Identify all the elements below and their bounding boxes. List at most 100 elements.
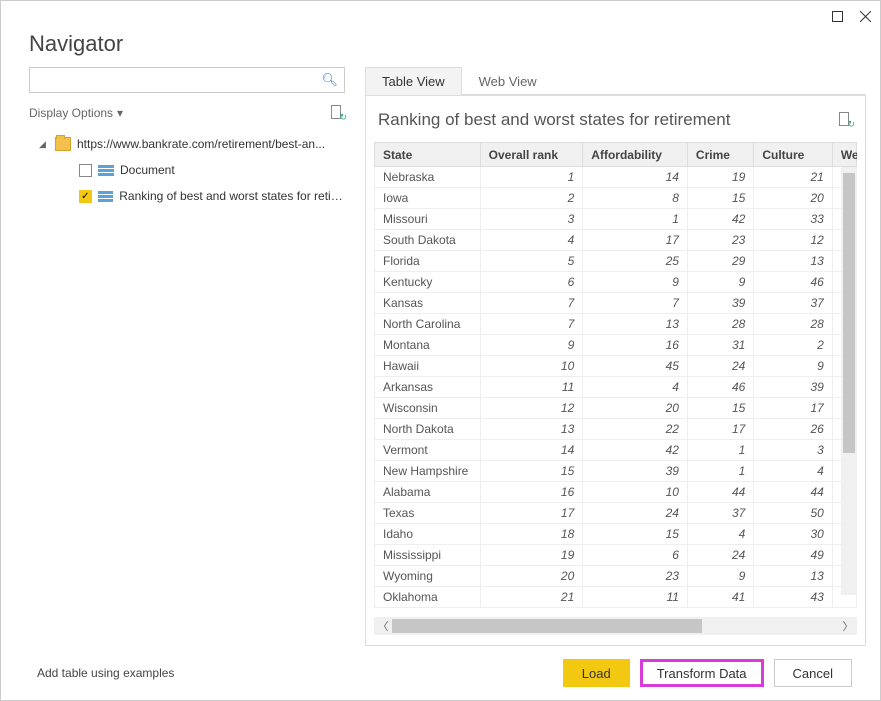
table-row[interactable]: North Carolina7132828	[375, 314, 857, 335]
cell-affordability: 11	[583, 587, 688, 608]
display-options-dropdown[interactable]: Display Options ▾	[29, 106, 123, 120]
maximize-icon[interactable]	[830, 9, 844, 23]
cell-state: Hawaii	[375, 356, 481, 377]
collapse-icon: ◢	[39, 139, 49, 150]
cell-rank: 21	[480, 587, 583, 608]
cell-rank: 9	[480, 335, 583, 356]
table-row[interactable]: Montana916312	[375, 335, 857, 356]
cell-crime: 1	[687, 461, 753, 482]
checkbox-unchecked[interactable]	[79, 164, 92, 177]
cell-affordability: 14	[583, 167, 688, 188]
cell-state: Florida	[375, 251, 481, 272]
left-panel: 🔍︎ Display Options ▾ ◢ https://www.bankr…	[15, 67, 355, 646]
col-crime[interactable]: Crime	[687, 143, 753, 167]
data-table-wrap: State Overall rank Affordability Crime C…	[374, 142, 857, 613]
table-row[interactable]: Hawaii1045249	[375, 356, 857, 377]
cell-culture: 12	[754, 230, 832, 251]
cell-rank: 13	[480, 419, 583, 440]
table-row[interactable]: Florida5252913	[375, 251, 857, 272]
load-button[interactable]: Load	[563, 659, 630, 687]
table-row[interactable]: Wisconsin12201517	[375, 398, 857, 419]
tree-root[interactable]: ◢ https://www.bankrate.com/retirement/be…	[29, 131, 345, 157]
table-icon	[98, 191, 114, 202]
cell-state: Kansas	[375, 293, 481, 314]
cell-culture: 46	[754, 272, 832, 293]
add-table-examples-button[interactable]: Add table using examples	[29, 660, 182, 686]
cell-state: Mississippi	[375, 545, 481, 566]
cell-culture: 26	[754, 419, 832, 440]
cell-rank: 2	[480, 188, 583, 209]
cell-crime: 24	[687, 545, 753, 566]
cell-rank: 20	[480, 566, 583, 587]
footer: Add table using examples Load Transform …	[1, 646, 880, 700]
refresh-preview-icon[interactable]	[839, 112, 853, 128]
cell-crime: 19	[687, 167, 753, 188]
cell-culture: 2	[754, 335, 832, 356]
table-row[interactable]: North Dakota13221726	[375, 419, 857, 440]
search-box[interactable]: 🔍︎	[29, 67, 345, 93]
cell-state: Iowa	[375, 188, 481, 209]
horizontal-scrollbar[interactable]: 〈 〉	[374, 617, 857, 635]
tab-table-view[interactable]: Table View	[365, 67, 462, 95]
chevron-down-icon: ▾	[117, 106, 123, 120]
cell-affordability: 7	[583, 293, 688, 314]
cell-affordability: 24	[583, 503, 688, 524]
cell-rank: 5	[480, 251, 583, 272]
vertical-scrollbar[interactable]	[841, 167, 857, 595]
cell-affordability: 10	[583, 482, 688, 503]
tree-item-document[interactable]: Document	[29, 157, 345, 183]
cell-state: Wisconsin	[375, 398, 481, 419]
cell-state: Nebraska	[375, 167, 481, 188]
cell-affordability: 9	[583, 272, 688, 293]
col-affordability[interactable]: Affordability	[583, 143, 688, 167]
scroll-right-icon[interactable]: 〉	[839, 618, 857, 634]
table-row[interactable]: Missouri314233	[375, 209, 857, 230]
table-row[interactable]: Kentucky69946	[375, 272, 857, 293]
checkbox-checked[interactable]: ✓	[79, 190, 92, 203]
table-row[interactable]: Idaho1815430	[375, 524, 857, 545]
table-row[interactable]: Wyoming2023913	[375, 566, 857, 587]
cell-culture: 33	[754, 209, 832, 230]
tab-web-view[interactable]: Web View	[462, 67, 554, 95]
cell-affordability: 15	[583, 524, 688, 545]
cancel-button[interactable]: Cancel	[774, 659, 852, 687]
table-row[interactable]: Oklahoma21114143	[375, 587, 857, 608]
table-row[interactable]: Alabama16104444	[375, 482, 857, 503]
cell-rank: 15	[480, 461, 583, 482]
cell-state: North Dakota	[375, 419, 481, 440]
table-row[interactable]: Vermont144213	[375, 440, 857, 461]
cell-rank: 10	[480, 356, 583, 377]
cell-affordability: 13	[583, 314, 688, 335]
table-row[interactable]: Mississippi1962449	[375, 545, 857, 566]
cell-culture: 43	[754, 587, 832, 608]
cell-culture: 21	[754, 167, 832, 188]
cell-culture: 50	[754, 503, 832, 524]
col-state[interactable]: State	[375, 143, 481, 167]
table-row[interactable]: New Hampshire153914	[375, 461, 857, 482]
table-row[interactable]: Nebraska1141921	[375, 167, 857, 188]
scroll-left-icon[interactable]: 〈	[374, 618, 392, 634]
cell-state: North Carolina	[375, 314, 481, 335]
cell-affordability: 1	[583, 209, 688, 230]
cell-crime: 4	[687, 524, 753, 545]
table-row[interactable]: South Dakota4172312	[375, 230, 857, 251]
cell-crime: 39	[687, 293, 753, 314]
search-input[interactable]	[36, 73, 321, 87]
cell-state: Oklahoma	[375, 587, 481, 608]
cell-culture: 44	[754, 482, 832, 503]
col-culture[interactable]: Culture	[754, 143, 832, 167]
header: Navigator	[1, 31, 880, 67]
table-row[interactable]: Arkansas1144639	[375, 377, 857, 398]
transform-data-button[interactable]: Transform Data	[640, 659, 764, 687]
table-row[interactable]: Texas17243750	[375, 503, 857, 524]
cell-crime: 23	[687, 230, 753, 251]
col-weather-partial[interactable]: We	[832, 143, 856, 167]
cell-culture: 4	[754, 461, 832, 482]
refresh-icon[interactable]	[331, 105, 345, 121]
cell-affordability: 8	[583, 188, 688, 209]
table-row[interactable]: Kansas773937	[375, 293, 857, 314]
close-icon[interactable]	[858, 9, 872, 23]
table-row[interactable]: Iowa281520	[375, 188, 857, 209]
tree-item-ranking[interactable]: ✓ Ranking of best and worst states for r…	[29, 183, 345, 209]
col-overall-rank[interactable]: Overall rank	[480, 143, 583, 167]
